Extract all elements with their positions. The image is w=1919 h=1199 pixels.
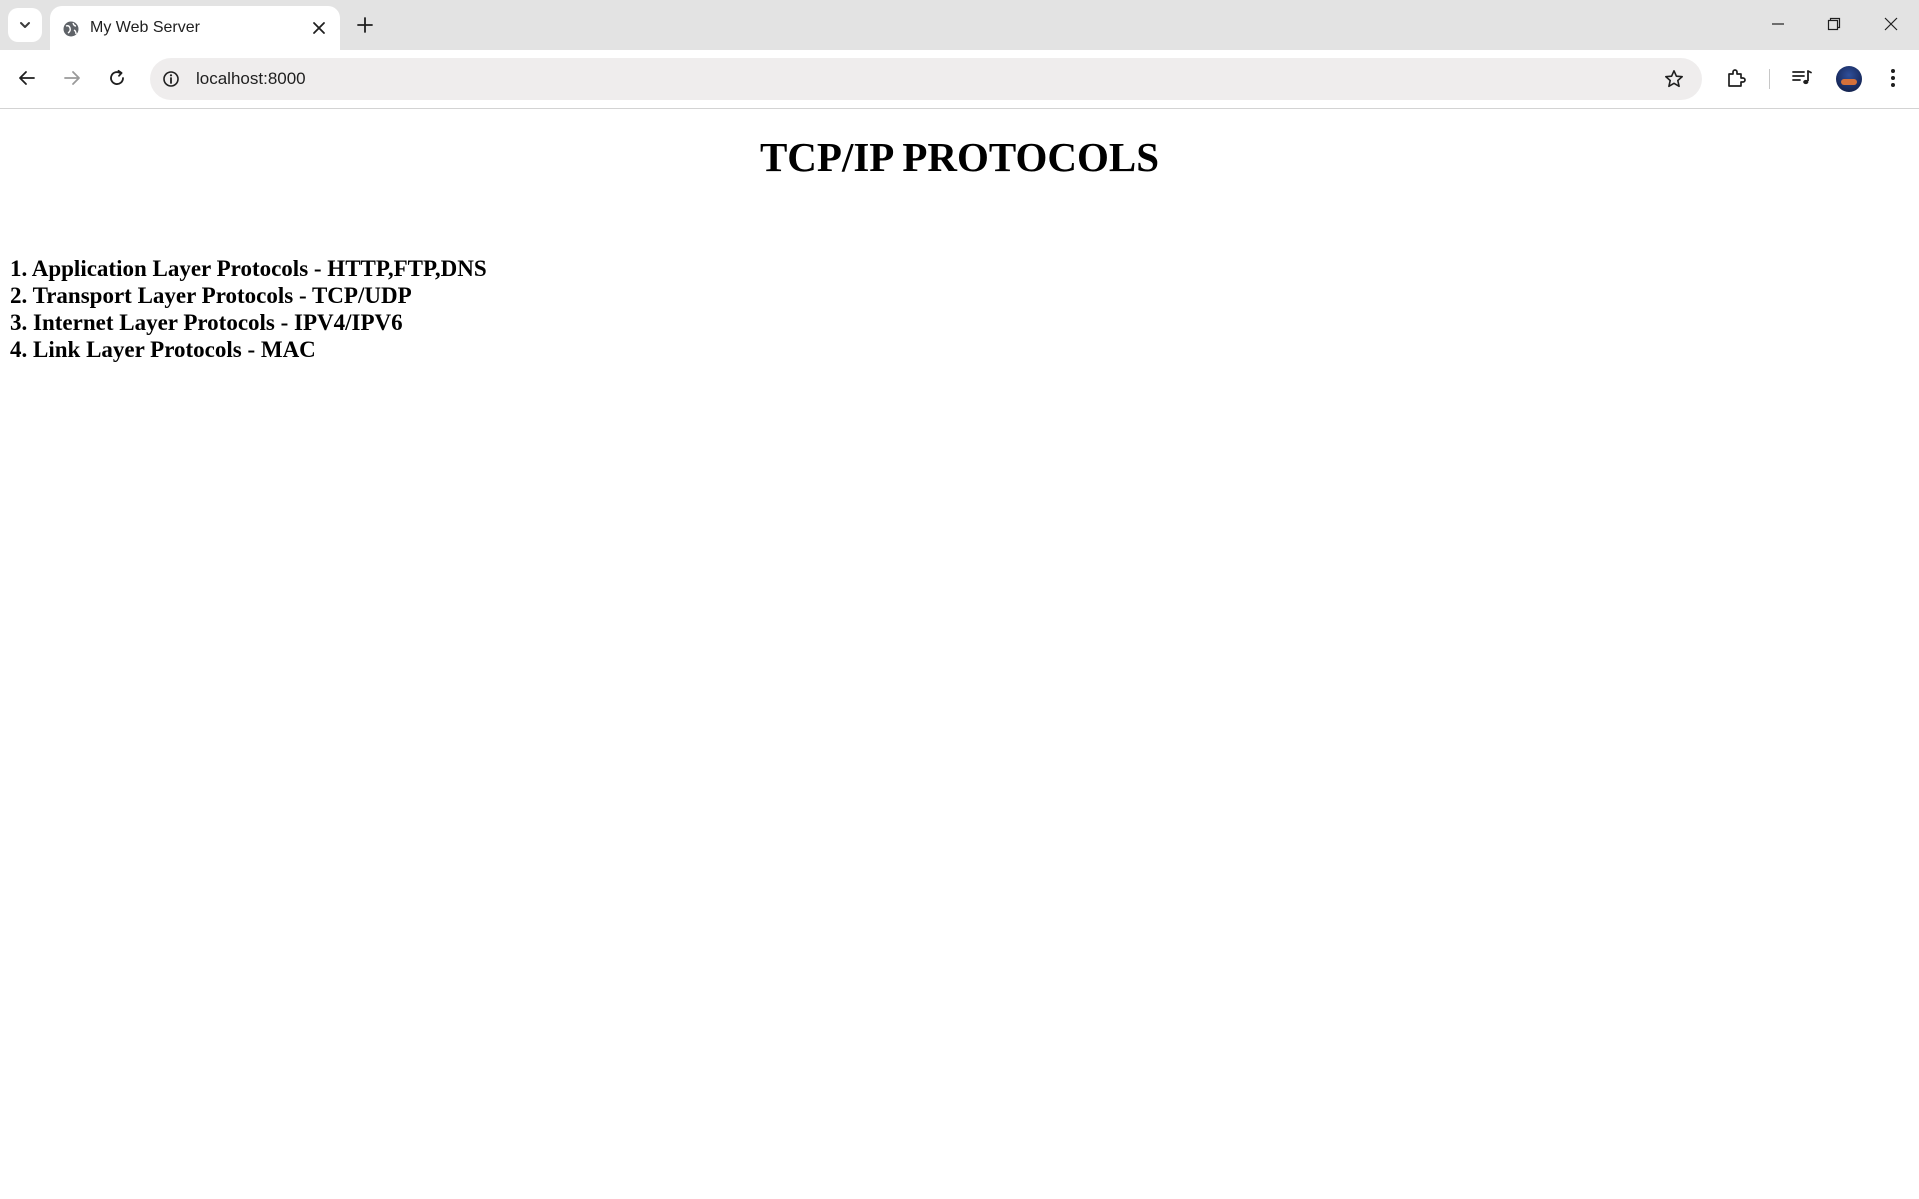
list-item: 1. Application Layer Protocols - HTTP,FT…: [10, 256, 487, 281]
minimize-icon: [1771, 17, 1785, 31]
star-icon[interactable]: [1662, 67, 1686, 91]
close-icon[interactable]: [308, 17, 330, 39]
address-bar-url[interactable]: localhost:8000: [196, 69, 306, 89]
profile-avatar[interactable]: [1836, 66, 1862, 92]
browser-window: My Web Server localhost:8000 TCP/IP PROT…: [0, 0, 1919, 1199]
arrow-right-icon: [63, 69, 81, 87]
info-icon[interactable]: [160, 68, 182, 90]
media-queue-icon: [1791, 67, 1813, 89]
minimize-button[interactable]: [1758, 8, 1798, 40]
protocol-list: 1. Application Layer Protocols - HTTP,FT…: [10, 255, 487, 363]
chevron-down-icon: [18, 18, 32, 32]
media-control-button[interactable]: [1785, 61, 1819, 95]
address-bar[interactable]: localhost:8000: [150, 58, 1702, 100]
restore-button[interactable]: [1814, 8, 1854, 40]
page-content: TCP/IP PROTOCOLS 1. Application Layer Pr…: [0, 109, 1919, 1199]
tab-active[interactable]: My Web Server: [50, 6, 340, 50]
browser-toolbar: localhost:8000: [0, 50, 1919, 109]
close-icon: [1884, 17, 1898, 31]
reload-button[interactable]: [99, 60, 135, 96]
close-window-button[interactable]: [1871, 8, 1911, 40]
tab-title: My Web Server: [90, 19, 200, 36]
toolbar-divider: [1769, 69, 1770, 89]
arrow-left-icon: [18, 69, 36, 87]
list-item: 3. Internet Layer Protocols - IPV4/IPV6: [10, 310, 403, 335]
tab-search-button[interactable]: [8, 8, 42, 42]
extensions-button[interactable]: [1720, 61, 1754, 95]
browser-menu-button[interactable]: [1876, 61, 1910, 95]
list-item: 2. Transport Layer Protocols - TCP/UDP: [10, 283, 412, 308]
puzzle-icon: [1726, 67, 1748, 89]
page-title: TCP/IP PROTOCOLS: [759, 134, 1160, 180]
plus-icon: [357, 17, 373, 33]
back-button[interactable]: [9, 60, 45, 96]
globe-icon: [62, 20, 80, 38]
new-tab-button[interactable]: [350, 10, 380, 40]
tab-strip: My Web Server: [0, 0, 1919, 50]
forward-button[interactable]: [54, 60, 90, 96]
list-item: 4. Link Layer Protocols - MAC: [10, 337, 316, 362]
restore-icon: [1827, 17, 1841, 31]
kebab-menu-icon: [1890, 68, 1896, 88]
reload-icon: [108, 69, 126, 87]
